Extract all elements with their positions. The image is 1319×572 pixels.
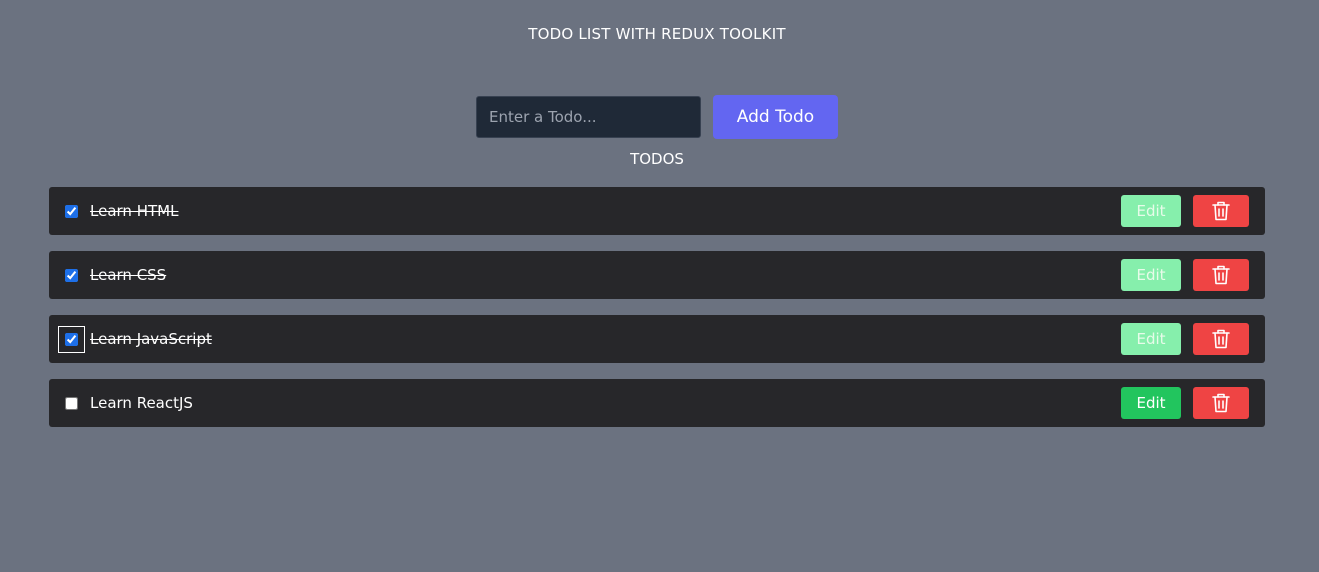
todo-item: Learn HTML Edit <box>49 187 1265 235</box>
app-title: TODO LIST WITH REDUX TOOLKIT <box>528 25 786 43</box>
todo-text: Learn HTML <box>90 202 179 220</box>
edit-button[interactable]: Edit <box>1121 195 1181 227</box>
todo-checkbox[interactable] <box>65 268 78 282</box>
add-todo-form: Add Todo <box>476 95 838 139</box>
trash-icon <box>1212 201 1230 221</box>
delete-button[interactable] <box>1193 387 1249 419</box>
delete-button[interactable] <box>1193 259 1249 291</box>
trash-icon <box>1212 393 1230 413</box>
todo-checkbox[interactable] <box>65 396 78 410</box>
todo-list: Learn HTML Edit Learn CSS Edit Learn Jav… <box>49 187 1265 443</box>
todos-heading: TODOS <box>630 150 684 168</box>
todo-text: Learn ReactJS <box>90 394 193 412</box>
edit-button[interactable]: Edit <box>1121 387 1181 419</box>
todo-checkbox[interactable] <box>65 204 78 218</box>
todo-input[interactable] <box>476 96 701 138</box>
todo-item: Learn CSS Edit <box>49 251 1265 299</box>
edit-button[interactable]: Edit <box>1121 323 1181 355</box>
trash-icon <box>1212 329 1230 349</box>
todo-text: Learn JavaScript <box>90 330 212 348</box>
todo-item: Learn ReactJS Edit <box>49 379 1265 427</box>
todo-checkbox[interactable] <box>58 325 85 353</box>
trash-icon <box>1212 265 1230 285</box>
add-todo-button[interactable]: Add Todo <box>713 95 838 139</box>
edit-button[interactable]: Edit <box>1121 259 1181 291</box>
todo-text: Learn CSS <box>90 266 167 284</box>
delete-button[interactable] <box>1193 323 1249 355</box>
todo-item: Learn JavaScript Edit <box>49 315 1265 363</box>
delete-button[interactable] <box>1193 195 1249 227</box>
